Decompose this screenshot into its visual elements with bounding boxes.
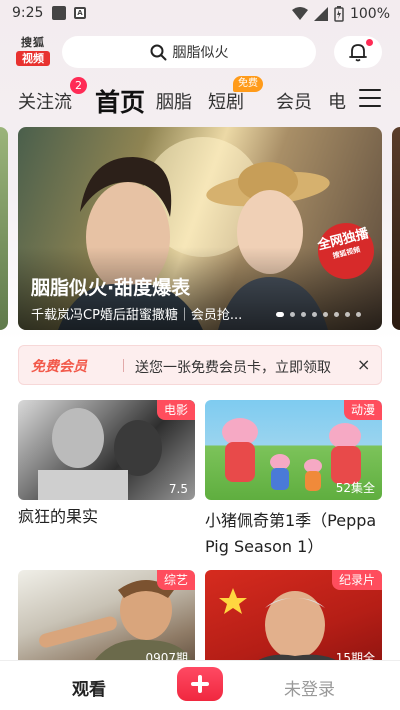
carousel-dot[interactable]: [345, 312, 350, 317]
status-time: 9:25: [12, 5, 44, 21]
episode-count: 52集全: [335, 481, 375, 495]
video-rating: 7.5: [168, 482, 188, 496]
sohu-video-logo[interactable]: 搜狐 视频: [16, 36, 50, 68]
notification-button[interactable]: [334, 36, 382, 68]
carousel-dot[interactable]: [312, 312, 317, 317]
video-thumbnail: 电影 7.5: [18, 400, 195, 500]
search-placeholder: 胭脂似火: [172, 45, 229, 61]
add-button[interactable]: [177, 667, 223, 701]
menu-icon-bar: [359, 89, 381, 91]
status-bar: 9:25 A 100%: [0, 0, 400, 28]
vip-divider: [123, 359, 124, 372]
bottom-nav: 观看 未登录: [0, 660, 400, 710]
logo-bottom-text: 视频: [16, 51, 50, 66]
video-card[interactable]: 动漫 52集全 小猪佩奇第1季（Peppa Pig Season 1）: [205, 400, 382, 560]
vip-promo-banner[interactable]: 免费会员 送您一张免费会员卡，立即领取 ×: [18, 345, 382, 385]
tab-vip[interactable]: 会员: [276, 88, 312, 114]
video-title: 小猪佩奇第1季（Peppa Pig Season 1）: [205, 511, 377, 556]
carousel-dot[interactable]: [356, 312, 361, 317]
video-thumbnail: 动漫 52集全: [205, 400, 382, 500]
video-card[interactable]: 电影 7.5 疯狂的果实: [18, 400, 195, 530]
tab-follow[interactable]: 关注流: [18, 88, 72, 114]
carousel-dot[interactable]: [276, 312, 284, 317]
menu-icon-bar: [359, 105, 381, 107]
notification-a-icon: A: [74, 7, 86, 19]
carousel-dot[interactable]: [290, 312, 295, 317]
tab-short-drama-badge: 免费: [233, 76, 263, 92]
channel-tabs: 关注流 2 首页 胭脂 短剧 免费 会员 电: [18, 76, 400, 120]
bell-icon: [349, 44, 367, 62]
category-tag: 电影: [156, 400, 195, 420]
hero-title: 胭脂似火·甜度爆表: [31, 277, 191, 299]
category-tag: 动漫: [343, 400, 382, 420]
category-tag: 纪录片: [331, 570, 382, 590]
carousel-dots: [276, 312, 361, 317]
notification-dot: [366, 39, 373, 46]
hero-next-peek[interactable]: [392, 127, 400, 330]
signal-icon: [313, 7, 328, 21]
vip-promo-tag: 免费会员: [31, 359, 87, 375]
logo-top-text: 搜狐: [21, 36, 45, 49]
carousel-dot[interactable]: [323, 312, 328, 317]
hero-subtitle: 千载岚冯CP婚后甜蜜撒糖｜会员抢...: [31, 308, 243, 323]
wifi-icon: [291, 7, 308, 20]
channel-menu-button[interactable]: [359, 89, 381, 109]
plus-icon: [191, 675, 209, 693]
notification-app-icon: [52, 6, 66, 20]
video-title: 疯狂的果实: [18, 507, 99, 526]
close-icon[interactable]: ×: [357, 355, 370, 374]
vip-promo-text: 送您一张免费会员卡，立即领取: [135, 360, 331, 376]
category-tag: 综艺: [156, 570, 195, 590]
battery-percent: 100%: [349, 6, 390, 22]
video-thumbnail: 纪录片 15期全: [205, 570, 382, 670]
tab-follow-badge: 2: [70, 77, 87, 94]
video-thumbnail: 综艺 0907期: [18, 570, 195, 670]
search-icon: [150, 44, 166, 60]
video-card[interactable]: 纪录片 15期全: [205, 570, 382, 670]
tab-tv[interactable]: 电: [328, 88, 346, 114]
nav-watch[interactable]: 观看: [72, 675, 106, 700]
carousel-dot[interactable]: [334, 312, 339, 317]
hero-banner[interactable]: 全网独播 搜狐视频 胭脂似火·甜度爆表 千载岚冯CP婚后甜蜜撒糖｜会员抢...: [18, 127, 382, 330]
hero-prev-peek[interactable]: [0, 127, 8, 330]
battery-icon: [334, 6, 344, 22]
carousel-dot[interactable]: [301, 312, 306, 317]
tab-yanzhi[interactable]: 胭脂: [156, 88, 192, 114]
tab-home[interactable]: 首页: [95, 83, 145, 119]
menu-icon-bar: [359, 97, 381, 99]
video-card[interactable]: 综艺 0907期: [18, 570, 195, 670]
search-input[interactable]: 胭脂似火: [62, 36, 316, 68]
nav-login[interactable]: 未登录: [284, 675, 335, 700]
